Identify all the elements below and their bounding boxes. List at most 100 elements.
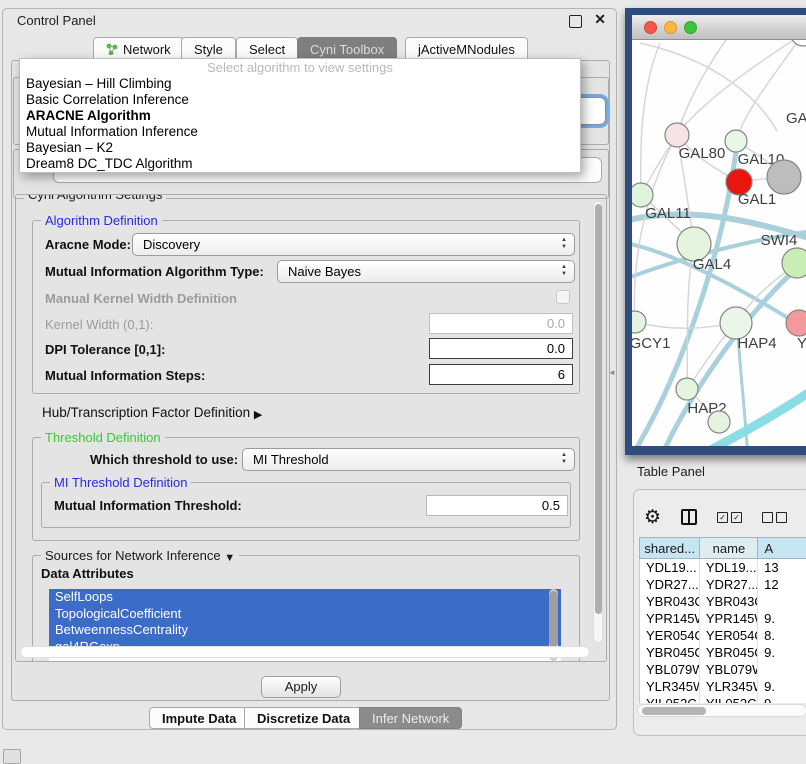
- table-cell[interactable]: YIL052C: [639, 695, 700, 703]
- network-edge[interactable]: [677, 40, 803, 135]
- column-header[interactable]: shared...: [639, 537, 699, 559]
- table-cell[interactable]: 9.: [758, 644, 806, 661]
- network-node[interactable]: [632, 311, 646, 333]
- table-cell[interactable]: YIL052C: [700, 695, 758, 703]
- table-cell[interactable]: 9.: [758, 610, 806, 627]
- table-cell[interactable]: YDL19...: [700, 559, 758, 576]
- column-header[interactable]: A: [757, 537, 806, 559]
- network-node[interactable]: [725, 130, 747, 152]
- kernel-width-field[interactable]: 0.0: [429, 313, 573, 334]
- network-node[interactable]: [665, 123, 689, 147]
- close-icon[interactable]: ✕: [594, 11, 606, 28]
- table-row[interactable]: YIL052CYIL052C9: [639, 695, 806, 703]
- table-cell[interactable]: YBR043C: [700, 593, 758, 610]
- network-node[interactable]: [782, 248, 806, 278]
- table-cell[interactable]: 12: [758, 576, 806, 593]
- aracne-mode-combo[interactable]: Discovery ▲▼: [132, 233, 575, 256]
- network-node[interactable]: [632, 183, 653, 207]
- table-cell[interactable]: YER054C: [700, 627, 758, 644]
- table-cell[interactable]: YBL079W: [700, 661, 758, 678]
- settings-vertical-scrollbar[interactable]: [593, 201, 603, 643]
- table-row[interactable]: YER054CYER054C8.: [639, 627, 806, 644]
- mi-threshold-field[interactable]: 0.5: [426, 495, 568, 516]
- mi-algorithm-type-combo[interactable]: Naive Bayes ▲▼: [277, 260, 575, 283]
- sources-title[interactable]: Sources for Network Inference ▼: [41, 548, 239, 564]
- table-cell[interactable]: YBR045C: [639, 644, 700, 661]
- table-cell[interactable]: 9: [758, 695, 806, 703]
- manual-kernel-checkbox[interactable]: [556, 290, 570, 304]
- tab-discretize-data[interactable]: Discretize Data: [244, 707, 363, 729]
- table-cell[interactable]: YBR045C: [700, 644, 758, 661]
- zoom-icon[interactable]: [684, 21, 697, 34]
- table-cell[interactable]: YBL079W: [639, 661, 700, 678]
- algorithm-option[interactable]: Basic Correlation Inference: [20, 92, 580, 108]
- algorithm-option[interactable]: Dream8 DC_TDC Algorithm: [20, 156, 580, 172]
- table-cell[interactable]: YER054C: [639, 627, 700, 644]
- network-node[interactable]: [786, 310, 806, 336]
- tab-infer-network[interactable]: Infer Network: [359, 707, 462, 729]
- hub-definition-toggle[interactable]: Hub/Transcription Factor Definition ▶: [42, 405, 262, 421]
- network-node[interactable]: [791, 40, 806, 46]
- data-attributes-label: Data Attributes: [41, 566, 134, 581]
- mi-steps-field[interactable]: 6: [429, 364, 573, 385]
- checked-columns-icon[interactable]: ✓✓: [717, 512, 742, 523]
- stepper-arrows-icon: ▲▼: [561, 264, 567, 278]
- table-row[interactable]: YBR045CYBR045C9.: [639, 644, 806, 661]
- network-window-titlebar[interactable]: [632, 15, 806, 40]
- tab-impute-data[interactable]: Impute Data: [149, 707, 249, 729]
- table-cell[interactable]: YDR27...: [700, 576, 758, 593]
- dpi-tolerance-field[interactable]: 0.0: [429, 338, 573, 359]
- attribute-list-item[interactable]: TopologicalCoefficient: [49, 606, 561, 623]
- network-canvas[interactable]: GAL80GAL10GAL1GAL11GAL4SWI4GCY1HAP4YHAP2…: [632, 40, 806, 446]
- tab-style[interactable]: Style: [181, 37, 236, 60]
- columns-icon[interactable]: [681, 509, 697, 525]
- table-row[interactable]: YDL19...YDL19...13: [639, 559, 806, 576]
- close-icon[interactable]: [644, 21, 657, 34]
- tab-cyni-toolbox[interactable]: Cyni Toolbox: [297, 37, 397, 60]
- which-threshold-combo[interactable]: MI Threshold ▲▼: [242, 448, 575, 471]
- algorithm-option[interactable]: Bayesian – Hill Climbing: [20, 76, 580, 92]
- mi-steps-label: Mutual Information Steps:: [45, 368, 205, 383]
- tab-jactivemnodules[interactable]: jActiveMNodules: [405, 37, 528, 60]
- tab-network[interactable]: Network: [93, 37, 184, 60]
- apply-button[interactable]: Apply: [261, 676, 341, 698]
- minimize-icon[interactable]: [664, 21, 677, 34]
- table-cell[interactable]: YLR345W: [700, 678, 758, 695]
- network-node[interactable]: [767, 160, 801, 194]
- network-node[interactable]: [676, 378, 698, 400]
- tab-select[interactable]: Select: [236, 37, 298, 60]
- table-body: YDL19...YDL19...13YDR27...YDR27...12YBR0…: [639, 559, 806, 703]
- network-edge[interactable]: [640, 43, 777, 131]
- table-cell[interactable]: YBR043C: [639, 593, 700, 610]
- table-cell[interactable]: YPR145W: [639, 610, 700, 627]
- table-row[interactable]: YDR27...YDR27...12: [639, 576, 806, 593]
- network-node[interactable]: [708, 411, 730, 433]
- algorithm-option[interactable]: ARACNE Algorithm: [20, 108, 580, 124]
- panel-splitter-handle[interactable]: ◄: [608, 368, 616, 377]
- table-cell[interactable]: YLR345W: [639, 678, 700, 695]
- table-cell[interactable]: YDL19...: [639, 559, 700, 576]
- algorithm-option[interactable]: Bayesian – K2: [20, 140, 580, 156]
- table-horizontal-scrollbar[interactable]: [637, 704, 806, 717]
- column-header[interactable]: name: [699, 537, 757, 559]
- table-row[interactable]: YBR043CYBR043C: [639, 593, 806, 610]
- unchecked-columns-icon[interactable]: [762, 512, 787, 523]
- table-cell[interactable]: YPR145W: [700, 610, 758, 627]
- algorithm-option[interactable]: Mutual Information Inference: [20, 124, 580, 140]
- table-cell[interactable]: [758, 661, 806, 678]
- attribute-list-item[interactable]: SelfLoops: [49, 589, 561, 606]
- table-cell[interactable]: YDR27...: [639, 576, 700, 593]
- attribute-list-item[interactable]: BetweennessCentrality: [49, 622, 561, 639]
- table-cell[interactable]: 9.: [758, 678, 806, 695]
- table-cell[interactable]: [758, 593, 806, 610]
- table-cell[interactable]: 8.: [758, 627, 806, 644]
- network-edge[interactable]: [641, 43, 660, 195]
- float-window-icon[interactable]: [569, 15, 582, 28]
- table-row[interactable]: YPR145WYPR145W9.: [639, 610, 806, 627]
- table-row[interactable]: YBL079WYBL079W: [639, 661, 806, 678]
- settings-horizontal-scrollbar[interactable]: [20, 646, 590, 658]
- gear-icon[interactable]: ⚙: [644, 508, 661, 527]
- table-cell[interactable]: 13: [758, 559, 806, 576]
- algorithm-options-list: Bayesian – Hill ClimbingBasic Correlatio…: [20, 76, 580, 172]
- table-row[interactable]: YLR345WYLR345W9.: [639, 678, 806, 695]
